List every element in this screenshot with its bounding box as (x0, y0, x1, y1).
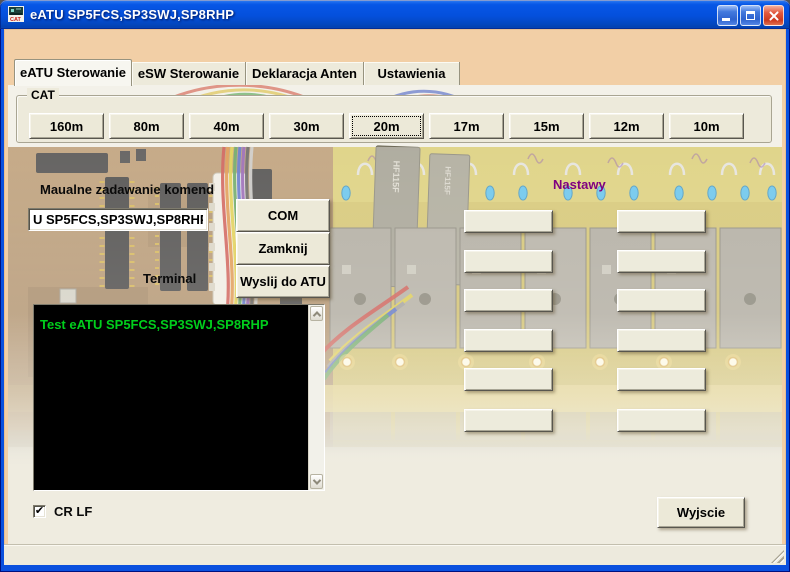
client-area: eATU Sterowanie eSW Sterowanie Deklaracj… (4, 29, 786, 565)
tab-strip: eATU Sterowanie eSW Sterowanie Deklaracj… (10, 60, 780, 86)
nastawy-slot-button[interactable] (617, 329, 706, 352)
tab-esw-sterowanie[interactable]: eSW Sterowanie (132, 62, 246, 85)
band-label: 17m (453, 119, 479, 134)
maximize-button[interactable] (740, 5, 761, 26)
band-label: 80m (133, 119, 159, 134)
crlf-label: CR LF (54, 504, 92, 519)
maximize-icon (746, 11, 755, 20)
zamknij-button[interactable]: Zamknij (236, 232, 330, 265)
close-button[interactable] (763, 5, 784, 26)
nastawy-slot-button[interactable] (617, 289, 706, 312)
nastawy-slot-button[interactable] (464, 329, 553, 352)
nastawy-slot-button[interactable] (464, 289, 553, 312)
window-title: eATU SP5FCS,SP3SWJ,SP8RHP (30, 0, 234, 29)
cat-groupbox: CAT 160m 80m 40m 30m 20m 17m 15m 12m 10m (16, 95, 772, 143)
check-icon: ✔ (35, 506, 44, 517)
svg-text:CAT: CAT (10, 17, 22, 22)
band-label: 10m (693, 119, 719, 134)
tab-ustawienia[interactable]: Ustawienia (364, 62, 460, 85)
nastawy-slot-button[interactable] (617, 368, 706, 391)
nastawy-slot-button[interactable] (617, 409, 706, 432)
wyjscie-button[interactable]: Wyjscie (657, 497, 745, 528)
chevron-down-icon (312, 476, 320, 484)
band-label: 30m (293, 119, 319, 134)
wyslij-do-atu-button[interactable]: Wyslij do ATU (236, 265, 330, 298)
band-button-80m[interactable]: 80m (109, 113, 184, 139)
band-label: 12m (613, 119, 639, 134)
close-icon (768, 10, 780, 22)
chevron-up-icon (312, 311, 320, 319)
wyslij-button-label: Wyslij do ATU (240, 274, 326, 289)
terminal-output[interactable]: Test eATU SP5FCS,SP3SWJ,SP8RHP (33, 304, 325, 491)
band-button-10m[interactable]: 10m (669, 113, 744, 139)
band-button-20m[interactable]: 20m (349, 113, 424, 139)
com-button-label: COM (268, 208, 298, 223)
band-button-17m[interactable]: 17m (429, 113, 504, 139)
tab-page-eatu-sterowanie: HF115F HF115F (8, 85, 782, 544)
nastawy-label: Nastawy (553, 177, 606, 192)
tab-deklaracja-anten[interactable]: Deklaracja Anten (246, 62, 364, 85)
app-icon: CAT (8, 6, 24, 22)
manual-command-input[interactable] (28, 208, 208, 231)
tab-label: Ustawienia (378, 66, 446, 81)
tab-label: Deklaracja Anten (252, 66, 357, 81)
tab-eatu-sterowanie[interactable]: eATU Sterowanie (14, 59, 132, 86)
cat-group-label: CAT (27, 88, 59, 102)
minimize-button[interactable] (717, 5, 738, 26)
band-button-160m[interactable]: 160m (29, 113, 104, 139)
application-window: CAT eATU SP5FCS,SP3SWJ,SP8RHP eATU Stero… (0, 0, 790, 572)
terminal-scrollbar[interactable] (308, 305, 324, 490)
crlf-checkbox[interactable]: ✔ (33, 505, 46, 518)
manual-command-label: Maualne zadawanie komend (40, 182, 214, 197)
nastawy-slot-button[interactable] (464, 250, 553, 273)
band-label: 160m (50, 119, 83, 134)
nastawy-slot-button[interactable] (617, 210, 706, 233)
minimize-icon (722, 18, 730, 21)
band-label: 20m (373, 119, 399, 134)
zamknij-button-label: Zamknij (258, 241, 307, 256)
scrollbar-up-button[interactable] (310, 306, 323, 321)
band-button-40m[interactable]: 40m (189, 113, 264, 139)
terminal-label: Terminal (143, 271, 196, 286)
titlebar[interactable]: CAT eATU SP5FCS,SP3SWJ,SP8RHP (0, 0, 790, 29)
resize-grip[interactable] (771, 550, 784, 563)
band-button-12m[interactable]: 12m (589, 113, 664, 139)
com-button[interactable]: COM (236, 199, 330, 232)
scrollbar-down-button[interactable] (310, 474, 323, 489)
tab-label: eATU Sterowanie (20, 65, 126, 80)
band-button-30m[interactable]: 30m (269, 113, 344, 139)
band-label: 40m (213, 119, 239, 134)
wyjscie-button-label: Wyjscie (677, 505, 725, 520)
terminal-text: Test eATU SP5FCS,SP3SWJ,SP8RHP (34, 305, 308, 490)
band-label: 15m (533, 119, 559, 134)
nastawy-slot-button[interactable] (464, 409, 553, 432)
nastawy-slot-button[interactable] (464, 368, 553, 391)
window-controls (717, 5, 784, 26)
status-bar (4, 544, 786, 565)
band-button-15m[interactable]: 15m (509, 113, 584, 139)
nastawy-slot-button[interactable] (617, 250, 706, 273)
tab-label: eSW Sterowanie (138, 66, 239, 81)
nastawy-slot-button[interactable] (464, 210, 553, 233)
